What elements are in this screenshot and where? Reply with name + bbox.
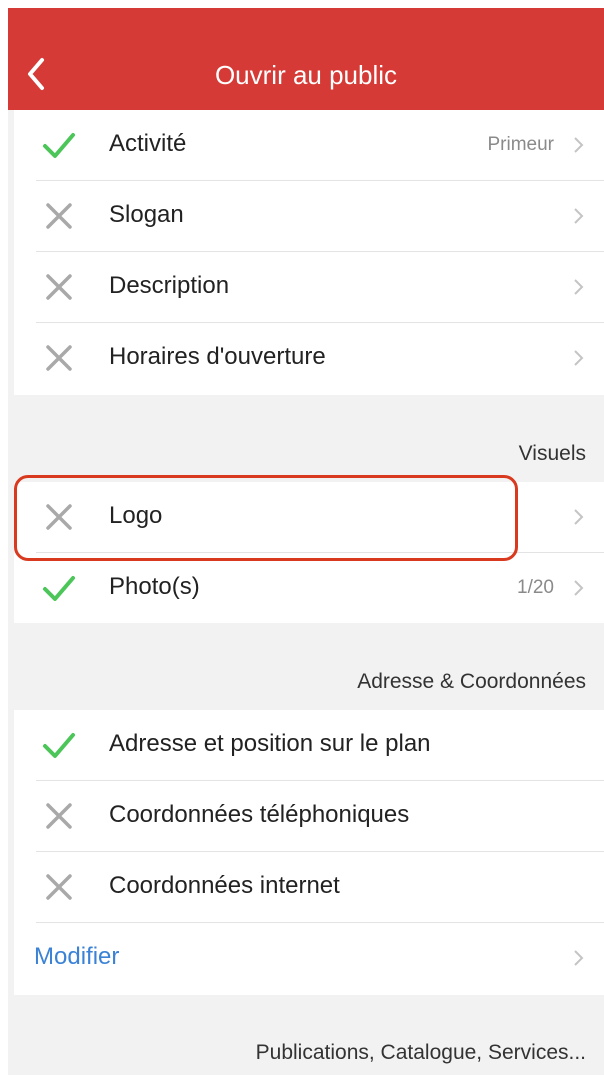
section-header-adresse: Adresse & Coordonnées [357,670,586,693]
chevron-right-icon [574,137,584,153]
row-label: Horaires d'ouverture [109,343,326,370]
chevron-right-icon [574,208,584,224]
adresse-card: Adresse et position sur le plan Coordonn… [14,710,604,995]
cross-icon [46,203,72,229]
row-label: Logo [109,502,163,529]
cross-icon [46,504,72,530]
visuels-card: Logo Photo(s) 1/20 [14,482,604,623]
row-value: Primeur [487,134,554,155]
check-icon [43,733,75,758]
nav-bar: Ouvrir au public [8,8,604,110]
cross-icon [46,803,72,829]
row-label: Coordonnées téléphoniques [109,801,410,828]
row-coordonnees-telephoniques[interactable]: Coordonnées téléphoniques [14,781,604,851]
cross-icon [46,874,72,900]
row-label: Adresse et position sur le plan [109,730,431,757]
page-title: Ouvrir au public [214,60,398,90]
row-label: Activité [109,130,187,157]
chevron-right-icon [574,350,584,366]
row-coordonnees-internet[interactable]: Coordonnées internet [14,852,604,922]
row-label: Coordonnées internet [109,872,340,899]
row-photos[interactable]: Photo(s) 1/20 [14,553,604,623]
row-value: 1/20 [517,577,554,598]
chevron-right-icon [574,279,584,295]
check-icon [43,133,75,158]
row-slogan[interactable]: Slogan [14,181,604,251]
row-description[interactable]: Description [14,252,604,322]
row-activite[interactable]: Activité Primeur [14,110,604,180]
row-logo[interactable]: Logo [14,482,604,552]
cross-icon [46,274,72,300]
section-header-visuels: Visuels [518,442,586,465]
cross-icon [46,345,72,371]
screen: Ouvrir au public Activité Primeur Slogan… [8,8,604,1075]
chevron-right-icon [574,580,584,596]
general-card: Activité Primeur Slogan Description Hora… [14,110,604,395]
chevron-right-icon [574,509,584,525]
row-label: Photo(s) [109,573,200,600]
row-label: Slogan [109,201,184,228]
section-header-publications: Publications, Catalogue, Services... [255,1041,586,1064]
chevron-right-icon [574,950,584,966]
modifier-link[interactable]: Modifier [34,943,119,971]
row-label: Description [109,272,230,299]
row-adresse-position[interactable]: Adresse et position sur le plan [14,710,604,780]
check-icon [43,576,75,601]
row-horaires[interactable]: Horaires d'ouverture [14,323,604,393]
modifier-row[interactable]: Modifier [14,923,604,993]
